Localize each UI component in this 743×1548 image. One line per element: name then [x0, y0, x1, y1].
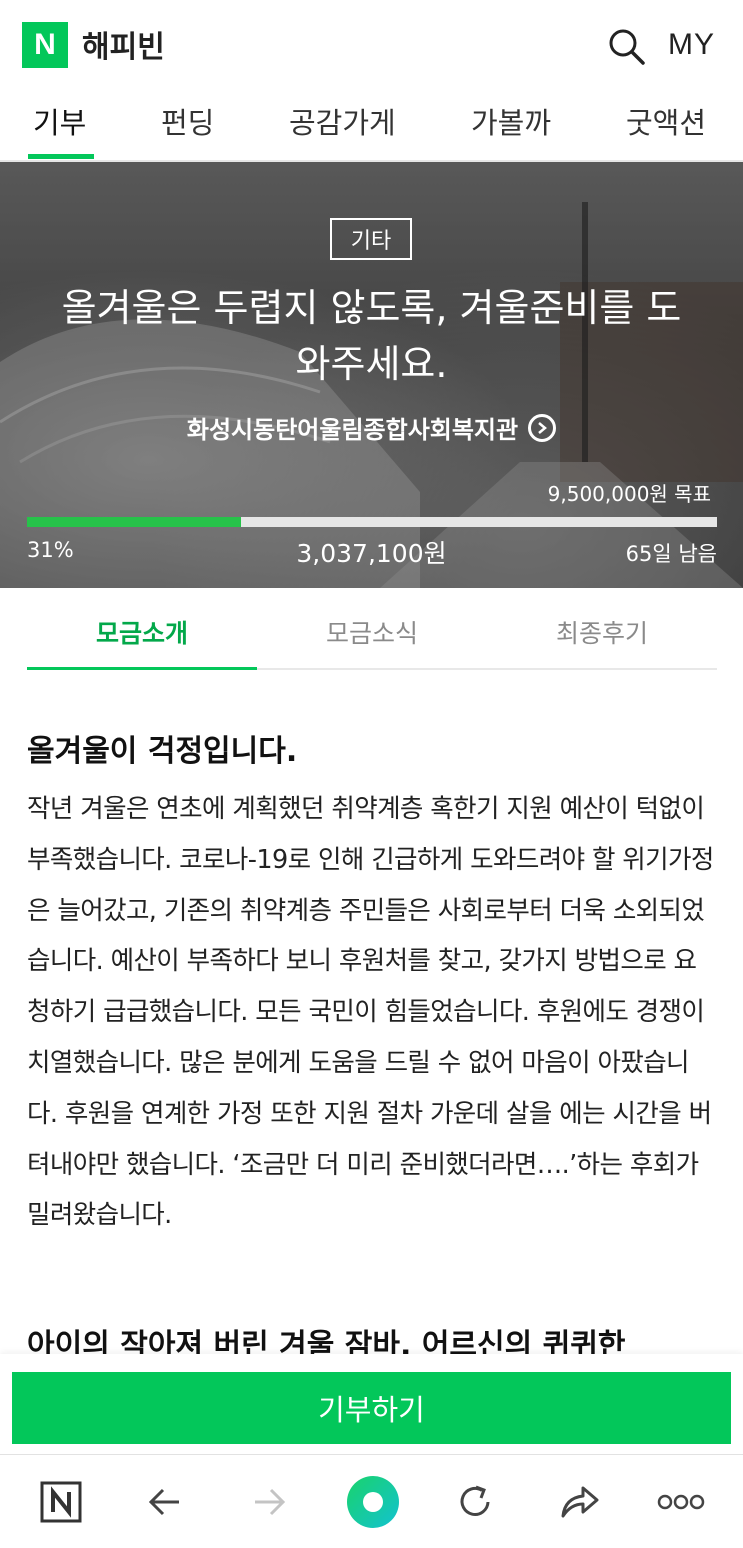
brand-title[interactable]: 해피빈: [82, 22, 165, 66]
active-tab-indicator: [28, 154, 94, 159]
refresh-button[interactable]: [452, 1479, 498, 1525]
tab-fundraising-intro[interactable]: 모금소개: [27, 614, 257, 650]
organization-link[interactable]: 화성시동탄어울림종합사회복지관: [0, 410, 743, 445]
top-header: N 해피빈 MY: [0, 0, 743, 92]
category-badge: 기타: [330, 218, 412, 260]
forward-button[interactable]: [246, 1479, 292, 1525]
back-button[interactable]: [142, 1479, 188, 1525]
search-button[interactable]: [606, 26, 648, 68]
tab-fundraising-news[interactable]: 모금소식: [257, 614, 487, 650]
tab-donate[interactable]: 기부: [33, 100, 86, 142]
progress-fill: [27, 517, 241, 527]
refresh-icon: [460, 1485, 490, 1516]
goal-amount: 9,500,000원 목표: [547, 482, 711, 506]
tab-shall-we-go[interactable]: 가볼까: [471, 100, 551, 142]
progress-bar: [27, 517, 717, 527]
search-icon: [609, 29, 645, 65]
category-tabs: 기부 펀딩 공감가게 가볼까 굿액션: [0, 92, 743, 162]
days-left: 65일 남음: [625, 542, 717, 566]
more-button[interactable]: [656, 1479, 706, 1525]
campaign-hero: 기타 올겨울은 두렵지 않도록, 겨울준비를 도와주세요. 화성시동탄어울림종합…: [0, 162, 743, 588]
share-button[interactable]: [556, 1479, 602, 1525]
my-button[interactable]: MY: [668, 28, 715, 62]
article-section: 올겨울이 걱정입니다. 작년 겨울은 연초에 계획했던 취약계층 혹한기 지원 …: [27, 730, 717, 1241]
next-heading: 아이의 작아져 버린 겨울 잠바, 어르신의 퀴퀴한: [27, 1328, 626, 1354]
green-dot-button[interactable]: [346, 1475, 400, 1529]
naver-home-icon: [40, 1481, 82, 1523]
tab-final-review[interactable]: 최종후기: [487, 614, 717, 650]
article-heading: 올겨울이 걱정입니다.: [27, 734, 298, 769]
tab-empathy-store[interactable]: 공감가게: [289, 100, 396, 142]
tab-good-action[interactable]: 굿액션: [626, 100, 706, 142]
naver-home-button[interactable]: [38, 1479, 84, 1525]
organization-name: 화성시동탄어울림종합사회복지관: [186, 416, 519, 444]
share-icon: [561, 1486, 599, 1518]
content-tabs: 모금소개 모금소식 최종후기: [27, 588, 717, 670]
chevron-right-circle-icon: [528, 413, 557, 442]
naver-logo[interactable]: N: [22, 22, 68, 68]
donate-button[interactable]: 기부하기: [12, 1372, 731, 1444]
tab-funding[interactable]: 펀딩: [161, 100, 214, 142]
green-dot-icon: [347, 1476, 399, 1528]
campaign-title: 올겨울은 두렵지 않도록, 겨울준비를 도와주세요.: [61, 286, 682, 386]
donate-bar: 기부하기: [0, 1354, 743, 1454]
content-tab-indicator: [27, 667, 257, 670]
browser-bottom-nav: [0, 1454, 743, 1548]
more-icon: [657, 1494, 705, 1510]
back-arrow-icon: [148, 1488, 179, 1516]
article-body: 작년 겨울은 연초에 계획했던 취약계층 혹한기 지원 예산이 턱없이 부족했습…: [27, 794, 714, 1231]
forward-arrow-icon: [255, 1488, 286, 1516]
